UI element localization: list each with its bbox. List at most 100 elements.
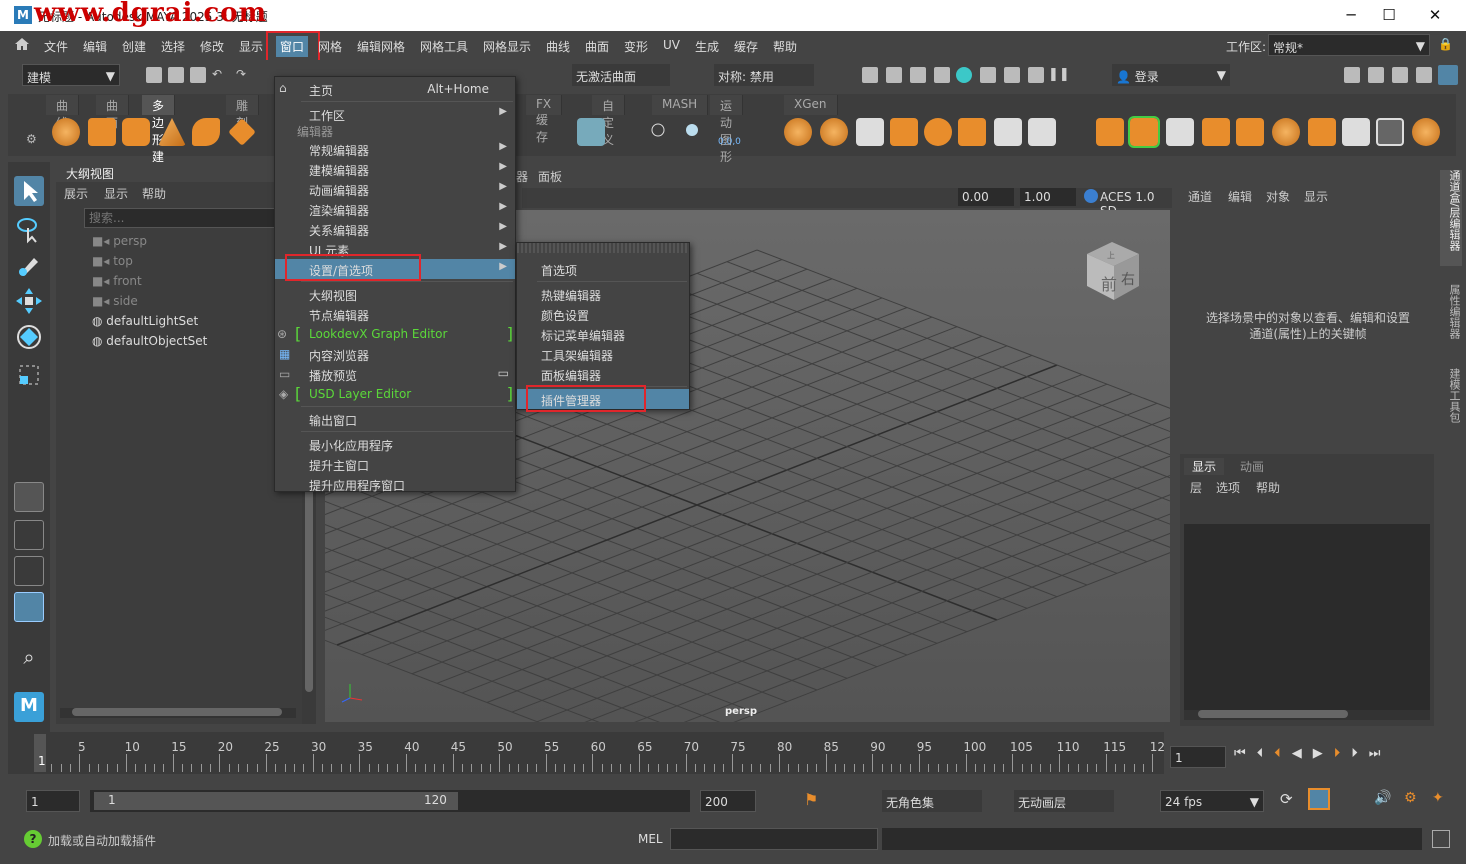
viewport-menu-fragment[interactable]: 器	[516, 168, 528, 185]
open-scene-icon[interactable]	[168, 67, 184, 83]
redo-icon[interactable]: ↷	[236, 67, 252, 83]
current-frame-field[interactable]: 1	[1170, 746, 1226, 768]
multi-cut-icon[interactable]	[1128, 116, 1160, 148]
wm-raise-app-windows[interactable]: 提升应用程序窗口	[275, 474, 515, 494]
wm-content-browser[interactable]: ▦ 内容浏览器	[275, 344, 515, 364]
wm-modeling-editors[interactable]: 建模编辑器 ▶	[275, 159, 515, 179]
menu-curves[interactable]: 曲线	[546, 38, 570, 55]
lasso-tool-icon[interactable]	[14, 214, 44, 244]
time-slider[interactable]: 5 10 15 20 25 30 35 40 45 50 55 60 65 70 75 80 85 90 95 100…	[8, 732, 1165, 774]
channel-box-icon[interactable]	[1438, 65, 1458, 85]
menu-edit[interactable]: 编辑	[83, 38, 107, 55]
cb-menu-object[interactable]: 对象	[1266, 188, 1290, 205]
outliner-item-front[interactable]: ■◂ front	[92, 274, 142, 288]
outliner-menu-show[interactable]: 展示	[64, 185, 88, 202]
viewport-menu-panels[interactable]: 面板	[538, 168, 562, 185]
bridge-icon[interactable]	[994, 118, 1022, 146]
home-icon[interactable]	[14, 36, 30, 52]
menu-file[interactable]: 文件	[44, 38, 68, 55]
symmetry-field[interactable]: 对称: 禁用	[714, 64, 814, 86]
menu-create[interactable]: 创建	[122, 38, 146, 55]
wm-minimize-app[interactable]: 最小化应用程序	[275, 434, 515, 454]
workspace-dropdown[interactable]: 常规* ▼	[1268, 34, 1430, 56]
prev-key-icon[interactable]: ⏴	[1274, 746, 1292, 761]
sm-panel-editor[interactable]: 面板编辑器	[517, 364, 689, 384]
pause-icon[interactable]: ❚❚	[1048, 67, 1070, 83]
menu-cache[interactable]: 缓存	[734, 38, 758, 55]
snap-icon[interactable]	[680, 118, 708, 146]
fill-hole-icon[interactable]	[1028, 118, 1056, 146]
layer-tab-display[interactable]: 显示	[1184, 458, 1225, 475]
character-icon-2[interactable]: ✦	[1432, 790, 1444, 806]
select-tool-icon[interactable]	[14, 176, 44, 206]
side-tab-attribute[interactable]: 属性编辑器	[1440, 284, 1462, 354]
outliner-hscrollbar[interactable]	[60, 708, 296, 718]
extrude-face-icon[interactable]	[1096, 118, 1124, 146]
mirror-icon[interactable]	[1412, 118, 1440, 146]
color-management-icon[interactable]	[1084, 189, 1098, 203]
two-pane-icon[interactable]	[14, 556, 44, 586]
anim-prefs-icon[interactable]: ⚙	[1404, 790, 1417, 806]
outliner-menu-help[interactable]: 帮助	[142, 185, 166, 202]
layer-tab-anim[interactable]: 动画	[1232, 458, 1272, 475]
menu-display[interactable]: 显示	[239, 38, 263, 55]
single-pane-icon[interactable]	[14, 482, 44, 512]
shelf-tab-curves[interactable]: 曲线	[46, 95, 80, 130]
bevel-icon[interactable]	[644, 118, 672, 146]
layer-list[interactable]	[1184, 524, 1430, 712]
wm-rendering-editors[interactable]: 渲染编辑器 ▶	[275, 199, 515, 219]
sm-color-settings[interactable]: 颜色设置	[517, 304, 689, 324]
start-time-field[interactable]: 1	[26, 790, 80, 812]
mel-command-input[interactable]	[670, 828, 878, 850]
maximize-button[interactable]: ☐	[1366, 0, 1412, 31]
loop-icon[interactable]: ⟳	[1280, 790, 1293, 808]
outliner-menu-display[interactable]: 显示	[104, 185, 128, 202]
play-forward-icon[interactable]: ▶	[1313, 746, 1334, 761]
separate-icon[interactable]	[820, 118, 848, 146]
lock-icon[interactable]: 🔒	[1438, 37, 1453, 51]
go-start-icon[interactable]: ⏮	[1234, 746, 1257, 761]
save-scene-icon[interactable]	[190, 67, 206, 83]
poke-icon[interactable]	[1308, 118, 1336, 146]
menu-uv[interactable]: UV	[663, 38, 680, 52]
shelf-tab-custom[interactable]: 自定义	[592, 95, 626, 147]
wm-lookdevx[interactable]: ⊛[LookdevX Graph Editor]	[275, 324, 515, 344]
cache-playback-icon[interactable]	[1308, 788, 1330, 810]
play-back-icon[interactable]: ◀	[1292, 746, 1313, 761]
menu-window[interactable]: 窗口	[276, 36, 309, 57]
menu-edit-mesh[interactable]: 编辑网格	[357, 38, 405, 55]
fps-dropdown[interactable]: 24 fps ▼	[1160, 790, 1264, 812]
scale-tool-icon[interactable]	[14, 360, 44, 390]
wedge-icon[interactable]	[1342, 118, 1370, 146]
outliner-item-top[interactable]: ■◂ top	[92, 254, 133, 268]
undo-icon[interactable]: ↶	[212, 67, 228, 83]
insert-loop-icon[interactable]	[1166, 118, 1194, 146]
outliner-item-persp[interactable]: ■◂ persp	[92, 234, 147, 248]
layer-menu-help[interactable]: 帮助	[1256, 479, 1280, 496]
range-slider[interactable]: 1 120	[90, 790, 690, 812]
poly-torus-icon[interactable]	[192, 118, 220, 146]
bool-union-icon[interactable]	[924, 118, 952, 146]
side-tab-channelbox[interactable]: 通道盒/层编辑器	[1440, 170, 1462, 266]
rotate-tool-icon[interactable]	[14, 322, 44, 352]
shelf-tab-fx[interactable]: FX 缓存	[526, 95, 563, 144]
menu-mesh[interactable]: 网格	[318, 38, 342, 55]
view-cube[interactable]: 前 右 上	[1077, 234, 1147, 304]
light-editor-icon[interactable]	[1004, 67, 1020, 83]
render-seq-icon[interactable]	[886, 67, 902, 83]
view-cube-right[interactable]: 右	[1121, 272, 1135, 288]
menu-mesh-tools[interactable]: 网格工具	[420, 38, 468, 55]
menu-mesh-display[interactable]: 网格显示	[483, 38, 531, 55]
outliner-search-input[interactable]	[84, 208, 298, 228]
live-surface-field[interactable]: 无激活曲面	[572, 64, 670, 86]
attribute-editor-icon[interactable]	[1392, 67, 1408, 83]
go-end-icon[interactable]: ⏭	[1369, 746, 1392, 761]
hypershade-icon[interactable]	[956, 67, 972, 83]
wm-general-editors[interactable]: 常规编辑器 ▶	[275, 139, 515, 159]
render-view-icon[interactable]	[980, 67, 996, 83]
wm-relationship-editors[interactable]: 关系编辑器 ▶	[275, 219, 515, 239]
next-key-icon[interactable]: ⏵	[1334, 746, 1352, 761]
character-icon[interactable]	[1368, 67, 1384, 83]
offset-loop-icon[interactable]	[1202, 118, 1230, 146]
sm-hotkey-editor[interactable]: 热键编辑器	[517, 284, 689, 304]
